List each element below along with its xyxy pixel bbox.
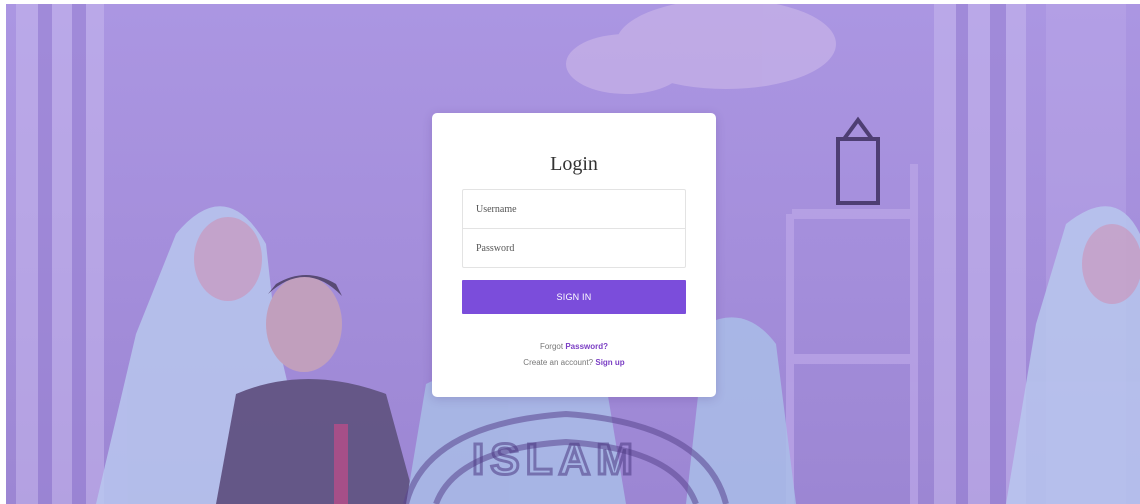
password-placeholder: Password: [476, 243, 515, 254]
username-field[interactable]: Username: [462, 189, 686, 229]
forgot-password-row: Forgot Password?: [432, 342, 716, 351]
watermark-text: ISLAM: [472, 435, 639, 484]
password-field[interactable]: Password: [462, 228, 686, 268]
create-account-row: Create an account? Sign up: [432, 358, 716, 367]
sign-up-link[interactable]: Sign up: [595, 358, 624, 367]
login-title: Login: [550, 153, 598, 175]
username-placeholder: Username: [476, 204, 517, 215]
forgot-prefix: Forgot: [539, 342, 564, 351]
forgot-password-link[interactable]: Password?: [565, 342, 608, 351]
create-account-prefix: Create an account?: [523, 358, 594, 367]
sign-in-button[interactable]: SIGN IN: [462, 280, 686, 314]
login-card: Login Username Password SIGN IN Forgot P…: [432, 113, 716, 397]
